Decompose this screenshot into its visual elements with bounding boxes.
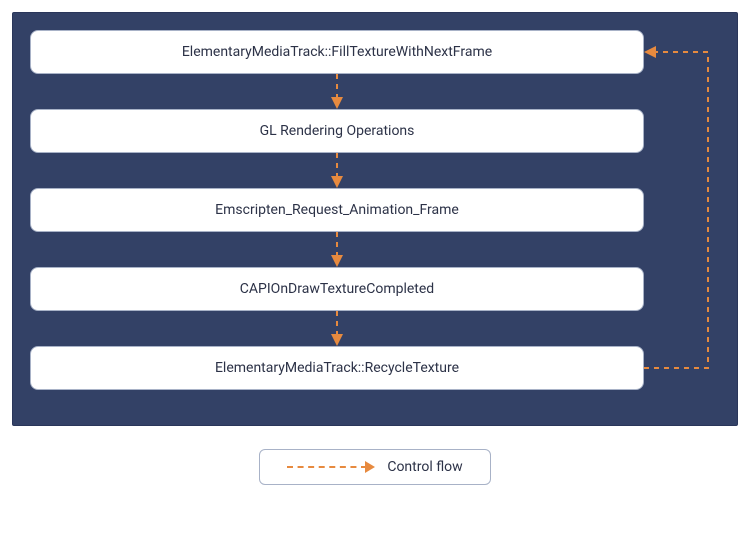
legend-label: Control flow [387,459,462,475]
node-label: ElementaryMediaTrack::RecycleTexture [215,360,459,376]
node-label: Emscripten_Request_Animation_Frame [215,202,459,218]
legend-arrow-icon [287,462,375,472]
node-request-animation-frame: Emscripten_Request_Animation_Frame [30,188,644,232]
node-recycle-texture: ElementaryMediaTrack::RecycleTexture [30,346,644,390]
node-gl-rendering: GL Rendering Operations [30,109,644,153]
node-draw-texture-completed: CAPIOnDrawTextureCompleted [30,267,644,311]
diagram-stage: ElementaryMediaTrack::FillTextureWithNex… [0,0,750,549]
node-label: ElementaryMediaTrack::FillTextureWithNex… [182,44,492,60]
node-label: CAPIOnDrawTextureCompleted [240,281,434,297]
legend: Control flow [259,449,491,485]
node-fill-texture: ElementaryMediaTrack::FillTextureWithNex… [30,30,644,74]
node-label: GL Rendering Operations [260,123,415,139]
